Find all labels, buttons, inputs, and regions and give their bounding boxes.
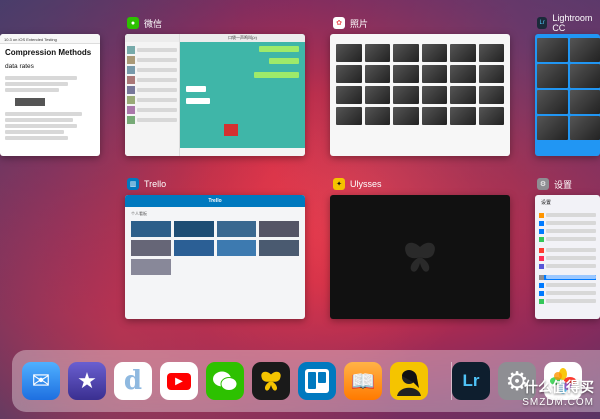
trello-boards [125, 221, 305, 275]
wechat-icon: ● [127, 17, 139, 29]
watermark-chinese: 什么值得买 [524, 379, 594, 395]
lightroom-dock-icon[interactable]: Lr [452, 362, 490, 400]
app-card-ulysses[interactable] [330, 195, 510, 319]
wechat-chat-pane: 口袋一声鸣叫(≥) [180, 34, 305, 156]
trello-card-label: ▥ Trello [127, 177, 166, 191]
wechat-chat-title: 口袋一声鸣叫(≥) [180, 34, 305, 42]
portrait-app-icon[interactable] [390, 362, 428, 400]
photos-icon: ✿ [333, 17, 345, 29]
ulysses-label-text: Ulysses [350, 179, 382, 189]
lightroom-card-label: Lr Lightroom CC [537, 13, 600, 33]
doc-inline-button [15, 98, 45, 106]
photos-grid [336, 44, 504, 125]
app-card-trello[interactable]: Trello 个人看板 [125, 195, 305, 319]
watermark-latin: SMZDM.COM [522, 397, 594, 408]
settings-label-text: 设置 [554, 179, 573, 190]
watermark: 什么值得买 SMZDM.COM [522, 377, 594, 408]
app-card-wechat[interactable]: 口袋一声鸣叫(≥) [125, 34, 305, 156]
dock: ✉ ★ d ▶ 📖 Lr ⚙ [12, 350, 600, 412]
butterfly-icon [405, 242, 435, 272]
ulysses-icon: ✦ [333, 178, 345, 190]
settings-title: 设置 [541, 200, 552, 206]
mail-icon[interactable]: ✉ [22, 362, 60, 400]
photos-card-label: ✿ 照片 [333, 16, 368, 30]
app-card-lightroom[interactable] [535, 34, 600, 156]
lightroom-grid [537, 38, 600, 140]
imovie-icon[interactable]: ★ [68, 362, 106, 400]
settings-card-label: ⚙ 设置 [537, 177, 572, 191]
wechat-dock-icon[interactable] [206, 362, 244, 400]
wechat-card-label: ● 微信 [127, 16, 162, 30]
photos-label-text: 照片 [350, 18, 369, 29]
doc-heading-1: Compression Methods [5, 48, 92, 57]
drafts-icon[interactable]: d [114, 362, 152, 400]
trello-label-text: Trello [144, 179, 167, 189]
ulysses-dock-icon[interactable] [252, 362, 290, 400]
app-card-settings[interactable]: 设置 [535, 195, 600, 319]
gear-icon: ⚙ [537, 178, 549, 190]
lightroom-icon: Lr [537, 17, 548, 29]
trello-dock-icon[interactable] [298, 362, 336, 400]
trello-board-label: 个人看板 [131, 211, 147, 216]
ulysses-card-label: ✦ Ulysses [333, 177, 382, 191]
app-card-document[interactable]: 10.3 on iOS Extended Testing Compression… [0, 34, 100, 156]
wechat-chat-list [125, 34, 180, 156]
youtube-icon[interactable]: ▶ [160, 362, 198, 400]
wechat-label-text: 微信 [144, 18, 163, 29]
trello-header: Trello [125, 195, 305, 207]
app-card-photos[interactable] [330, 34, 510, 156]
doc-toolbar: 10.3 on iOS Extended Testing [0, 34, 100, 44]
doc-heading-2: data rates [5, 63, 34, 70]
trello-icon: ▥ [127, 178, 139, 190]
books-icon[interactable]: 📖 [344, 362, 382, 400]
lightroom-label-text: Lightroom CC [552, 13, 593, 33]
